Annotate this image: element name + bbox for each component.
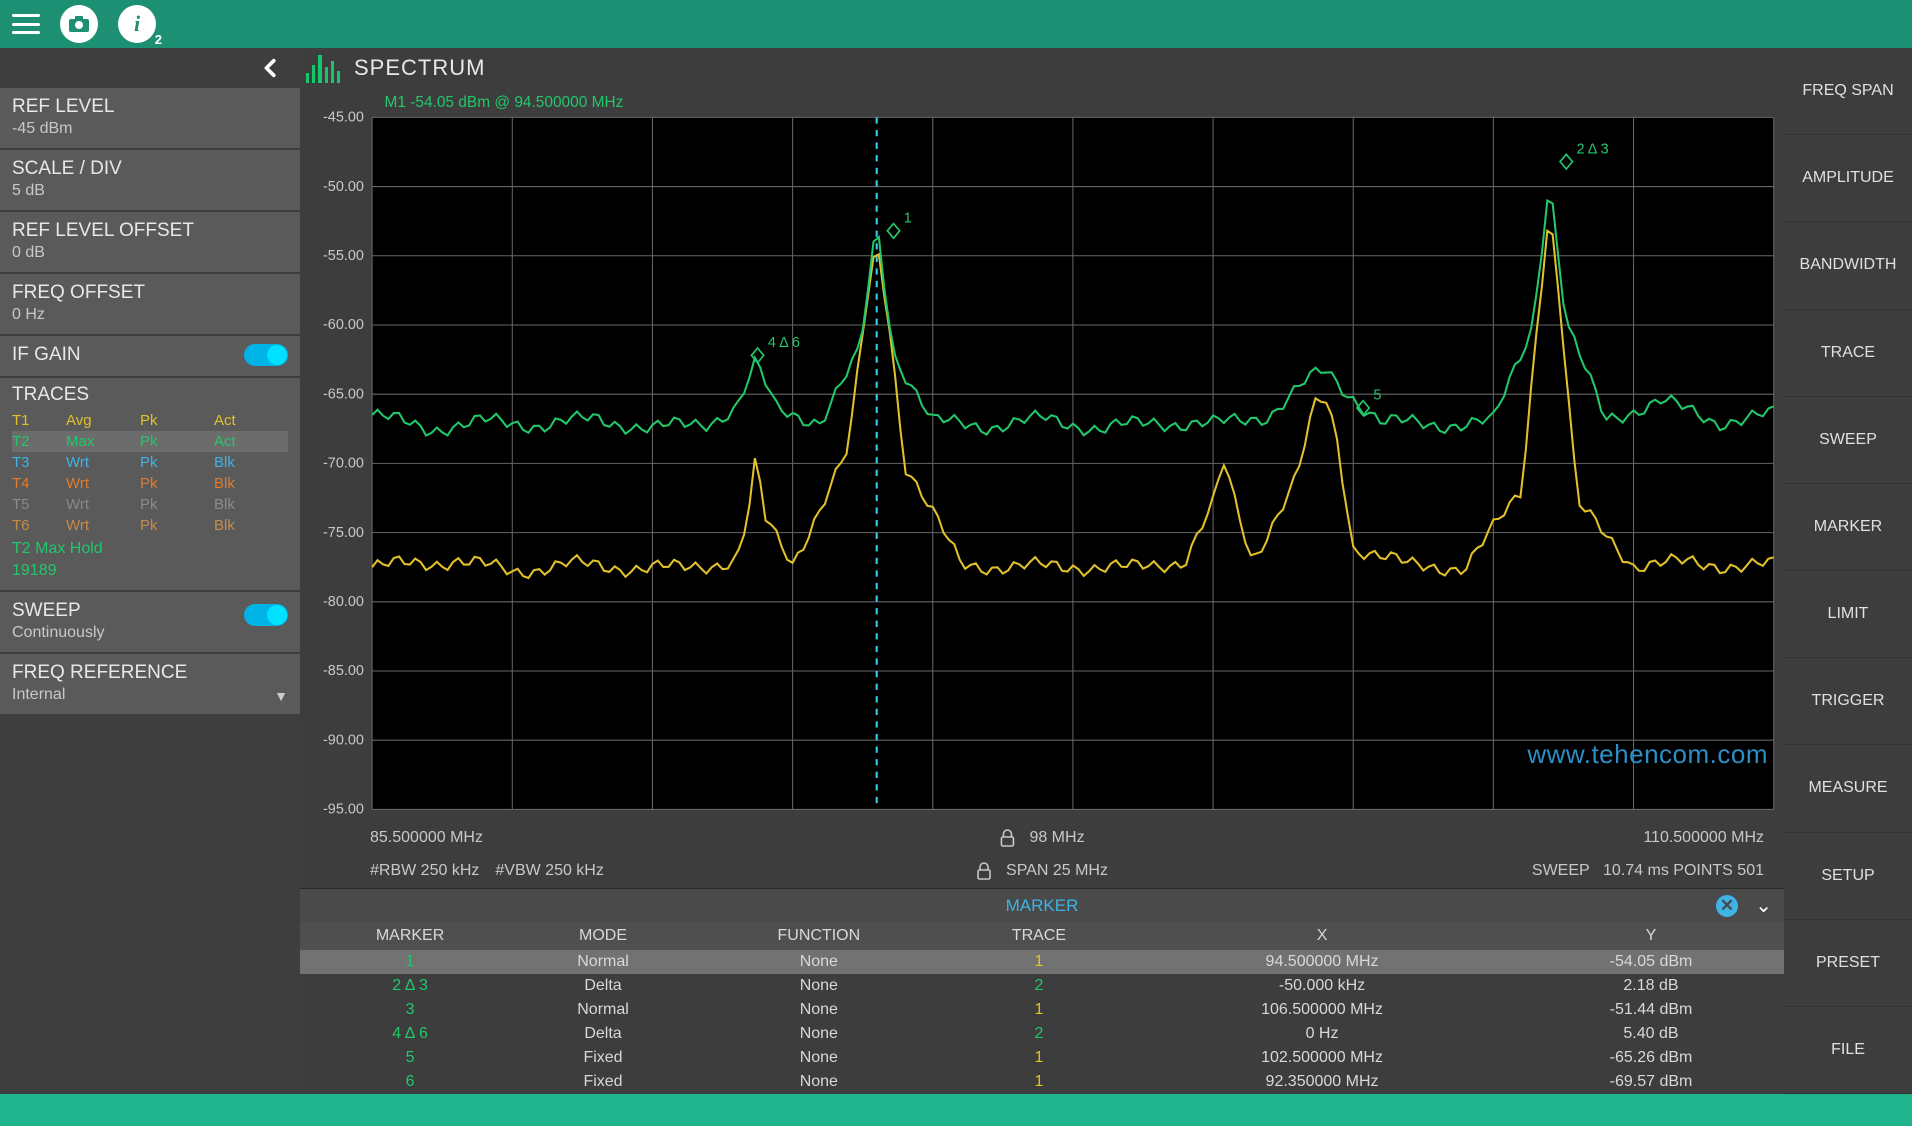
- chevron-down-icon: ▼: [274, 688, 288, 704]
- info-icon[interactable]: i: [118, 5, 156, 43]
- scale-div-group[interactable]: SCALE / DIV 5 dB: [0, 150, 300, 210]
- left-sidebar: REF LEVEL -45 dBm SCALE / DIV 5 dB REF L…: [0, 48, 300, 1094]
- menu-marker[interactable]: MARKER: [1784, 484, 1912, 571]
- freq-stop: 110.500000 MHz: [1643, 829, 1764, 847]
- svg-text:-65.00: -65.00: [323, 386, 364, 402]
- marker-row[interactable]: 1NormalNone194.500000 MHz-54.05 dBm: [300, 950, 1784, 974]
- freq-center: 98 MHz: [1029, 829, 1084, 847]
- svg-text:-70.00: -70.00: [323, 455, 364, 471]
- lock-icon: [976, 862, 992, 880]
- if-gain-toggle[interactable]: [244, 344, 288, 366]
- menu-amplitude[interactable]: AMPLITUDE: [1784, 135, 1912, 222]
- ref-level-label: REF LEVEL: [12, 96, 288, 118]
- menu-limit[interactable]: LIMIT: [1784, 571, 1912, 658]
- sidebar-collapse-button[interactable]: [0, 48, 300, 88]
- svg-text:5: 5: [1373, 388, 1381, 404]
- svg-text:2 Δ 3: 2 Δ 3: [1577, 141, 1609, 157]
- menu-freq-span[interactable]: FREQ SPAN: [1784, 48, 1912, 135]
- close-icon[interactable]: ✕: [1716, 895, 1738, 917]
- chevron-down-icon[interactable]: ⌄: [1755, 893, 1772, 918]
- freq-offset-group[interactable]: FREQ OFFSET 0 Hz: [0, 274, 300, 334]
- svg-text:-60.00: -60.00: [323, 317, 364, 333]
- svg-text:1: 1: [904, 210, 912, 226]
- sweep-group[interactable]: SWEEP Continuously: [0, 592, 300, 652]
- ref-level-value: -45 dBm: [12, 120, 288, 138]
- menu-measure[interactable]: MEASURE: [1784, 745, 1912, 832]
- menu-setup[interactable]: SETUP: [1784, 833, 1912, 920]
- marker-row[interactable]: 4 Δ 6DeltaNone20 Hz5.40 dB: [300, 1022, 1784, 1046]
- spectrum-icon: [306, 53, 340, 83]
- svg-text:4 Δ 6: 4 Δ 6: [768, 335, 800, 351]
- menu-icon[interactable]: [12, 14, 40, 34]
- span-value: SPAN 25 MHz: [1006, 862, 1108, 880]
- trace-row-T4[interactable]: T4WrtPkBlk: [12, 473, 288, 494]
- trace-status-2: 19189: [12, 562, 288, 580]
- top-teal-bar: i: [0, 0, 1912, 48]
- chart-title: SPECTRUM: [354, 55, 485, 81]
- trace-row-T5[interactable]: T5WrtPkBlk: [12, 494, 288, 515]
- svg-text:-55.00: -55.00: [323, 248, 364, 264]
- sweep-info-bar: #RBW 250 kHz #VBW 250 kHz SPAN 25 MHz SW…: [300, 854, 1784, 888]
- trace-row-T3[interactable]: T3WrtPkBlk: [12, 452, 288, 473]
- freq-start: 85.500000 MHz: [370, 829, 483, 847]
- sweep-toggle[interactable]: [244, 604, 288, 626]
- spectrum-chart[interactable]: -45.00 -50.00 -55.00 -60.00 -65.00 -70.00 -75.…: [300, 88, 1784, 822]
- right-menu: FREQ SPANAMPLITUDEBANDWIDTHTRACESWEEPMAR…: [1784, 48, 1912, 1094]
- watermark: www.tehencom.com: [1527, 739, 1768, 770]
- menu-sweep[interactable]: SWEEP: [1784, 397, 1912, 484]
- lock-icon: [999, 829, 1015, 847]
- ref-level-group[interactable]: REF LEVEL -45 dBm: [0, 88, 300, 148]
- traces-group: TRACES T1AvgPkActT2MaxPkActT3WrtPkBlkT4W…: [0, 378, 300, 590]
- x-axis-bar: 85.500000 MHz 98 MHz 110.500000 MHz: [300, 822, 1784, 854]
- ref-level-offset-group[interactable]: REF LEVEL OFFSET 0 dB: [0, 212, 300, 272]
- marker-row[interactable]: 3NormalNone1106.500000 MHz-51.44 dBm: [300, 998, 1784, 1022]
- menu-bandwidth[interactable]: BANDWIDTH: [1784, 222, 1912, 309]
- footer-bar: [0, 1094, 1912, 1126]
- menu-trigger[interactable]: TRIGGER: [1784, 658, 1912, 745]
- vbw-value: #VBW 250 kHz: [495, 862, 603, 880]
- menu-trace[interactable]: TRACE: [1784, 310, 1912, 397]
- marker-panel-header[interactable]: MARKER ✕ ⌄: [300, 888, 1784, 922]
- marker-row[interactable]: 5FixedNone1102.500000 MHz-65.26 dBm: [300, 1046, 1784, 1070]
- svg-text:-50.00: -50.00: [323, 179, 364, 195]
- svg-text:-45.00: -45.00: [323, 109, 364, 125]
- svg-text:-85.00: -85.00: [323, 663, 364, 679]
- rbw-value: #RBW 250 kHz: [370, 862, 479, 880]
- trace-status-1: T2 Max Hold: [12, 540, 288, 558]
- chart-title-bar: SPECTRUM: [300, 48, 1784, 88]
- svg-text:-95.00: -95.00: [323, 802, 364, 818]
- freq-reference-group[interactable]: FREQ REFERENCE Internal ▼: [0, 654, 300, 714]
- marker-row[interactable]: 6FixedNone192.350000 MHz-69.57 dBm: [300, 1070, 1784, 1094]
- marker-table: MARKERMODEFUNCTIONTRACEXY 1NormalNone194…: [300, 922, 1784, 1094]
- menu-preset[interactable]: PRESET: [1784, 920, 1912, 1007]
- svg-text:-75.00: -75.00: [323, 525, 364, 541]
- marker-row[interactable]: 2 Δ 3DeltaNone2-50.000 kHz2.18 dB: [300, 974, 1784, 998]
- svg-text:-90.00: -90.00: [323, 732, 364, 748]
- menu-file[interactable]: FILE: [1784, 1007, 1912, 1094]
- svg-text:-80.00: -80.00: [323, 594, 364, 610]
- trace-row-T2[interactable]: T2MaxPkAct: [12, 431, 288, 452]
- svg-text:M1 -54.05 dBm @ 94.5000: M1 -54.05 dBm @ 94.500000 MHz: [385, 94, 624, 111]
- camera-icon[interactable]: [60, 5, 98, 43]
- if-gain-group[interactable]: IF GAIN: [0, 336, 300, 376]
- trace-row-T1[interactable]: T1AvgPkAct: [12, 410, 288, 431]
- trace-row-T6[interactable]: T6WrtPkBlk: [12, 515, 288, 536]
- sweep-value: 10.74 ms POINTS 501: [1603, 862, 1764, 879]
